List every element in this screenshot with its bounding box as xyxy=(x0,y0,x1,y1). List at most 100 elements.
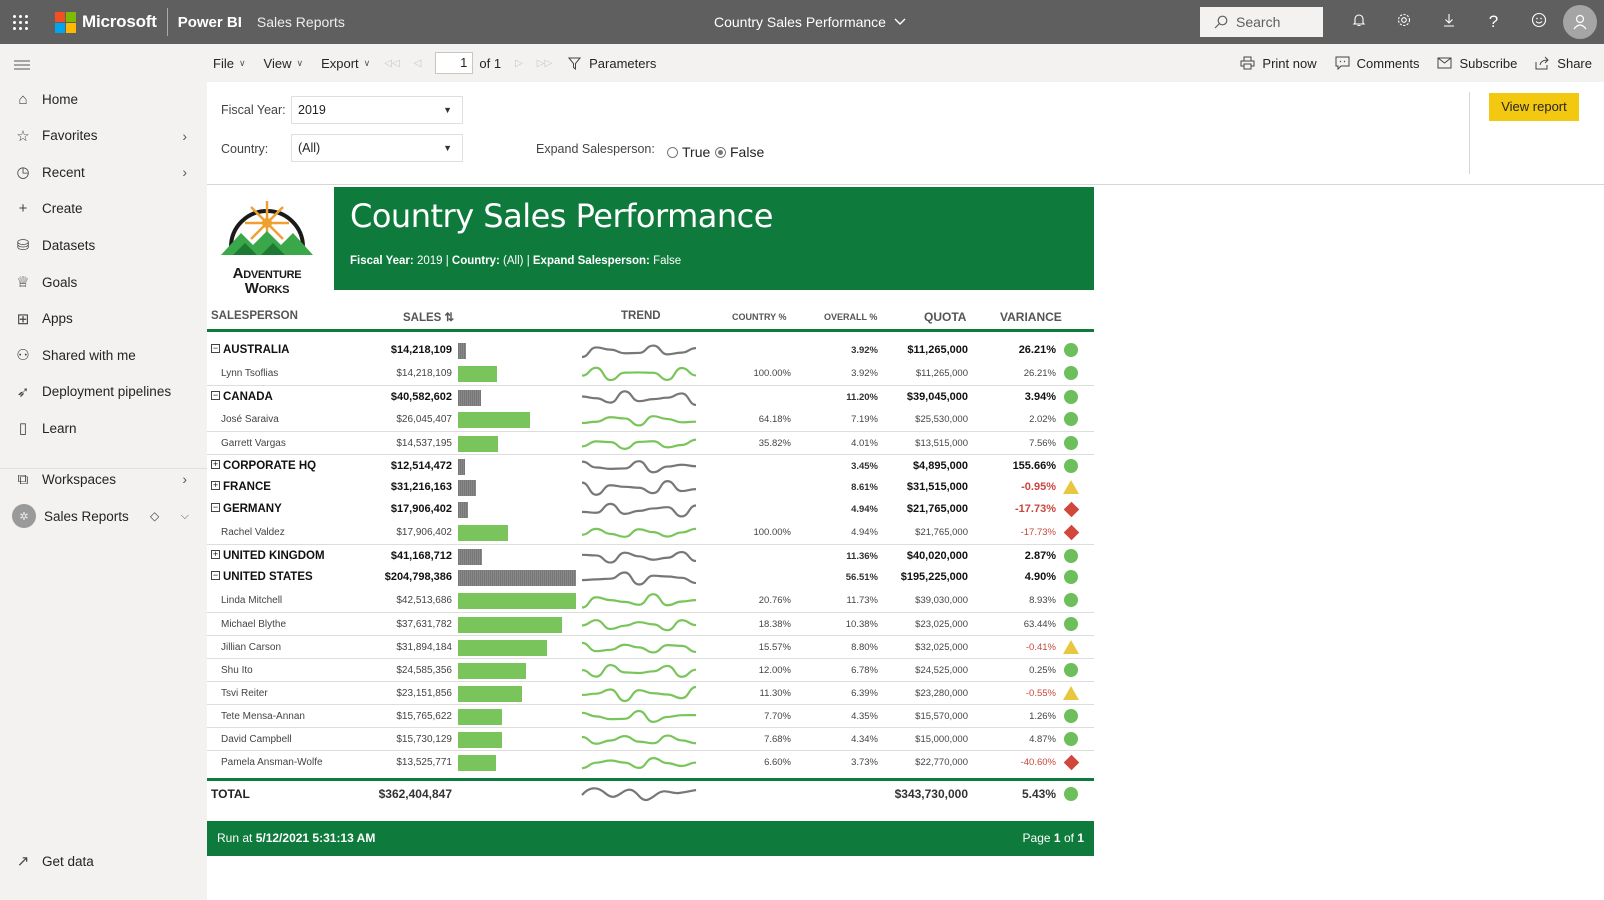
export-menu[interactable]: Export ∨ xyxy=(321,56,370,71)
trend-sparkline xyxy=(581,390,697,407)
fiscal-year-select[interactable]: 2019 ▼ xyxy=(291,96,463,124)
page-count: of 1 xyxy=(479,55,502,71)
sidebar-item-label: Favorites xyxy=(42,128,98,144)
power-bi-link[interactable]: Power BI xyxy=(178,14,242,31)
quota-value: $23,025,000 xyxy=(915,619,968,630)
sales-bar xyxy=(458,732,502,748)
country-select[interactable]: (All) ▼ xyxy=(291,134,463,162)
expand-true-radio[interactable]: True xyxy=(667,144,710,160)
collapse-icon[interactable]: − xyxy=(211,344,220,354)
subscribe-button[interactable]: Subscribe xyxy=(1437,56,1517,71)
collapse-icon[interactable]: − xyxy=(211,571,220,581)
row-name-text: Jillian Carson xyxy=(221,642,282,653)
prev-page-icon[interactable]: ◁ xyxy=(414,58,422,69)
variance-value: -17.73% xyxy=(1020,527,1056,538)
sidebar-item-get-data[interactable]: ↗ Get data xyxy=(0,843,207,879)
divider xyxy=(1469,92,1470,174)
country-row: + FRANCE $31,216,163 8.61% $31,515,000 -0.95% xyxy=(207,476,1094,499)
sparkline-path xyxy=(581,619,697,632)
workspace-breadcrumb[interactable]: Sales Reports xyxy=(257,14,345,30)
report-title-dropdown[interactable]: Country Sales Performance xyxy=(714,0,906,44)
expand-icon[interactable]: + xyxy=(211,460,220,470)
sidebar-item-apps[interactable]: ⊞ Apps xyxy=(0,301,207,337)
expand-false-radio[interactable]: False xyxy=(715,144,764,160)
expand-icon[interactable]: + xyxy=(211,481,220,491)
trend-sparkline xyxy=(581,438,697,450)
page-indicator: Page 1 of 1 xyxy=(1023,821,1084,856)
trend-sparkline xyxy=(581,734,697,745)
sidebar-item-recent[interactable]: ◷ Recent › xyxy=(0,154,207,190)
file-label: File xyxy=(213,55,234,71)
radio-button[interactable] xyxy=(667,146,678,158)
parameters-button[interactable]: Parameters xyxy=(568,56,656,71)
search-box[interactable]: Search xyxy=(1200,7,1323,37)
sidebar-item-favorites[interactable]: ☆ Favorites › xyxy=(0,118,207,154)
row-name-text: Michael Blythe xyxy=(221,619,287,630)
smiley-icon[interactable] xyxy=(1516,12,1561,33)
sales-bar xyxy=(458,436,499,452)
status-good-icon xyxy=(1064,436,1078,450)
sidebar-item-label: Get data xyxy=(42,853,94,869)
sidebar-item-workspaces[interactable]: ⧉ Workspaces › xyxy=(0,461,207,497)
row-name-text: David Campbell xyxy=(221,734,292,745)
sparkline-path xyxy=(581,480,697,496)
overall-pct-value: 8.61% xyxy=(851,482,878,493)
view-report-button[interactable]: View report xyxy=(1489,93,1579,121)
comments-button[interactable]: Comments xyxy=(1335,56,1419,71)
sidebar-item-sales-reports[interactable]: ✲ Sales Reports ◇ ⌵ xyxy=(0,498,207,534)
header-sales-sort[interactable]: SALES ⇅ xyxy=(403,310,454,324)
expand-icon[interactable]: + xyxy=(211,550,220,560)
sparkline-path xyxy=(581,571,697,586)
country-pct-value: 7.68% xyxy=(764,734,791,745)
bell-icon[interactable] xyxy=(1336,12,1381,33)
user-avatar[interactable] xyxy=(1563,5,1597,39)
collapse-icon[interactable]: − xyxy=(211,391,220,401)
chevron-down-icon[interactable]: ⌵ xyxy=(181,510,189,523)
sidebar-item-deployment-pipelines[interactable]: ➶ Deployment pipelines xyxy=(0,374,207,410)
sidebar-item-home[interactable]: ⌂ Home xyxy=(0,81,207,117)
sidebar-item-learn[interactable]: ▯ Learn xyxy=(0,410,207,446)
fiscal-year-value: 2019 xyxy=(298,103,326,117)
printer-icon xyxy=(1240,56,1255,70)
help-icon[interactable]: ? xyxy=(1471,12,1516,32)
app-launcher-button[interactable] xyxy=(0,0,40,44)
last-page-icon[interactable]: ▷▷ xyxy=(537,58,552,69)
gear-icon[interactable] xyxy=(1381,12,1426,33)
country-value: (All) xyxy=(298,141,321,155)
total-divider xyxy=(207,778,1094,781)
trend-sparkline xyxy=(581,502,697,518)
total-quota: $343,730,000 xyxy=(894,787,968,801)
sparkline-path xyxy=(581,641,697,654)
next-page-icon[interactable]: ▷ xyxy=(515,58,523,69)
view-menu[interactable]: View ∨ xyxy=(264,56,304,71)
file-menu[interactable]: File ∨ xyxy=(213,56,246,71)
row-name-text: FRANCE xyxy=(223,481,271,493)
download-icon[interactable] xyxy=(1426,12,1471,33)
hamburger-menu-icon[interactable] xyxy=(14,58,30,76)
sidebar-item-goals[interactable]: ♕ Goals xyxy=(0,264,207,300)
overall-pct-value: 6.78% xyxy=(851,665,878,676)
fy-value: 2019 xyxy=(416,255,443,267)
first-page-icon[interactable]: ◁◁ xyxy=(384,58,399,69)
print-now-button[interactable]: Print now xyxy=(1240,56,1317,71)
radio-button-selected[interactable] xyxy=(715,146,726,158)
chevron-down-icon: ∨ xyxy=(238,57,246,68)
status-good-icon xyxy=(1064,570,1078,584)
overall-pct-value: 4.94% xyxy=(851,527,878,538)
country-pct-value: 15.57% xyxy=(758,642,791,653)
salesperson-row: Linda Mitchell $42,513,686 20.76% 11.73% $39… xyxy=(207,589,1094,612)
overall-pct-value: 11.20% xyxy=(846,392,878,403)
row-name-text: AUSTRALIA xyxy=(223,344,290,356)
quota-value: $21,765,000 xyxy=(906,503,968,515)
country-value: (All) xyxy=(503,255,524,267)
share-button[interactable]: Share xyxy=(1535,56,1592,71)
sidebar-item-datasets[interactable]: ⛁ Datasets xyxy=(0,227,207,263)
sidebar-item-create[interactable]: + Create xyxy=(0,191,207,227)
sidebar-item-shared-with-me[interactable]: ⚇ Shared with me xyxy=(0,337,207,373)
sales-bar xyxy=(458,570,576,586)
logo-text-line2: Works xyxy=(244,280,290,297)
collapse-icon[interactable]: − xyxy=(211,503,220,513)
page-number-input[interactable]: 1 xyxy=(435,52,474,74)
row-name-text: Lynn Tsoflias xyxy=(221,368,279,379)
fy-label: Fiscal Year: xyxy=(350,255,414,267)
